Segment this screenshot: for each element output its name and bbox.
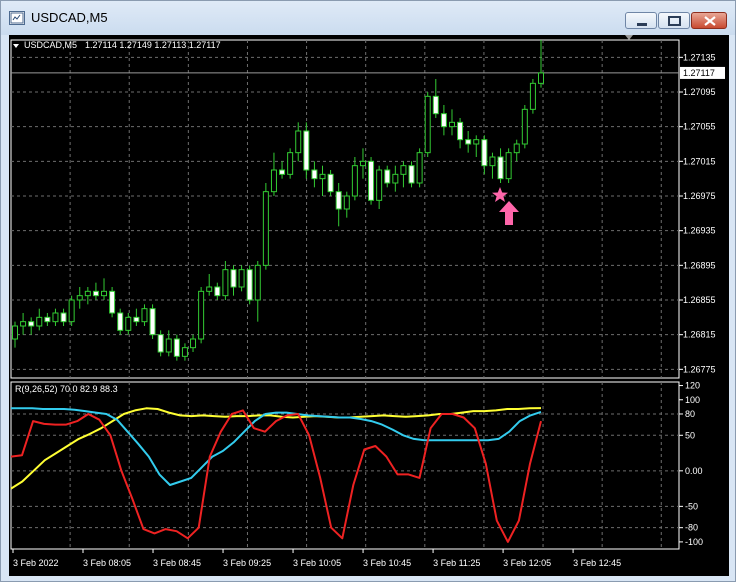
price-tick-label: 1.27135 [683, 52, 716, 62]
time-tick-label: 3 Feb 09:25 [223, 558, 271, 568]
chart-area[interactable]: 1.27135 1.27095 1.27055 1.27015 1.26975 1.269… [9, 35, 729, 576]
close-button[interactable] [691, 12, 727, 29]
candle [505, 148, 512, 183]
price-tick-label: 1.26815 [683, 330, 716, 340]
price-tick-label: 1.27095 [683, 87, 716, 97]
candle [529, 79, 536, 114]
indicator-label: R(9,26,52) 70.0 82.9 88.3 [15, 384, 118, 394]
time-tick-label: 3 Feb 08:05 [83, 558, 131, 568]
candle [173, 334, 180, 361]
candle [262, 183, 269, 270]
chart-window-icon [9, 11, 25, 25]
candle [117, 308, 124, 335]
title-bar[interactable]: USDCAD,M5 [1, 1, 735, 35]
ohlc-label: 1.27114 1.27149 1.27113 1.27117 [85, 40, 221, 50]
indicator-tick-label: -50 [685, 501, 698, 511]
price-tick-label: 1.26775 [683, 364, 716, 374]
time-tick-label: 3 Feb 11:25 [433, 558, 480, 568]
candle [109, 287, 116, 318]
current-price-label: 1.27117 [683, 68, 715, 78]
candle [246, 265, 253, 305]
candle [68, 295, 75, 326]
indicator-tick-label: 120 [685, 381, 700, 391]
candle [424, 92, 431, 157]
minimize-button[interactable] [625, 12, 657, 29]
close-icon [704, 16, 716, 26]
window-title: USDCAD,M5 [31, 10, 108, 25]
indicator-tick-label: -80 [685, 523, 698, 533]
maximize-button[interactable] [658, 12, 690, 29]
indicator-tick-label: -100 [685, 537, 703, 547]
price-tick-label: 1.26935 [683, 226, 716, 236]
time-tick-label: 3 Feb 12:45 [573, 558, 621, 568]
indicator-tick-label: 50 [685, 430, 695, 440]
price-tick-label: 1.26895 [683, 260, 716, 270]
candle [408, 161, 415, 188]
candle [157, 330, 164, 357]
time-tick-label: 3 Feb 12:05 [503, 558, 551, 568]
indicator-tick-label: 0.00 [685, 466, 703, 476]
price-tick-label: 1.27055 [683, 122, 716, 132]
price-tick-label: 1.26975 [683, 191, 716, 201]
chart-window: USDCAD,M5 1.27135 1.27095 1.27055 1.27015 1.… [0, 0, 736, 582]
candle [238, 265, 245, 292]
price-tick-label: 1.27015 [683, 156, 716, 166]
time-tick-label: 3 Feb 08:45 [153, 558, 201, 568]
candle [149, 304, 156, 339]
candle [368, 157, 375, 205]
price-tick-label: 1.26855 [683, 295, 716, 305]
candle [521, 105, 528, 149]
candle [303, 122, 310, 179]
candle [416, 148, 423, 188]
minimize-icon [637, 23, 647, 26]
candle [198, 287, 205, 344]
symbol-label: USDCAD,M5 [24, 40, 77, 50]
chart-canvas[interactable]: 1.27135 1.27095 1.27055 1.27015 1.26975 1.269… [9, 35, 729, 576]
chart-background [9, 35, 729, 576]
time-tick-label: 3 Feb 2022 [13, 558, 59, 568]
candle [287, 148, 294, 179]
candle [327, 170, 334, 196]
time-tick-label: 3 Feb 10:05 [293, 558, 341, 568]
main-grid [9, 35, 729, 576]
indicator-tick-label: 80 [685, 409, 695, 419]
time-tick-label: 3 Feb 10:45 [363, 558, 411, 568]
indicator-tick-label: 100 [685, 395, 700, 405]
maximize-icon [668, 16, 681, 26]
